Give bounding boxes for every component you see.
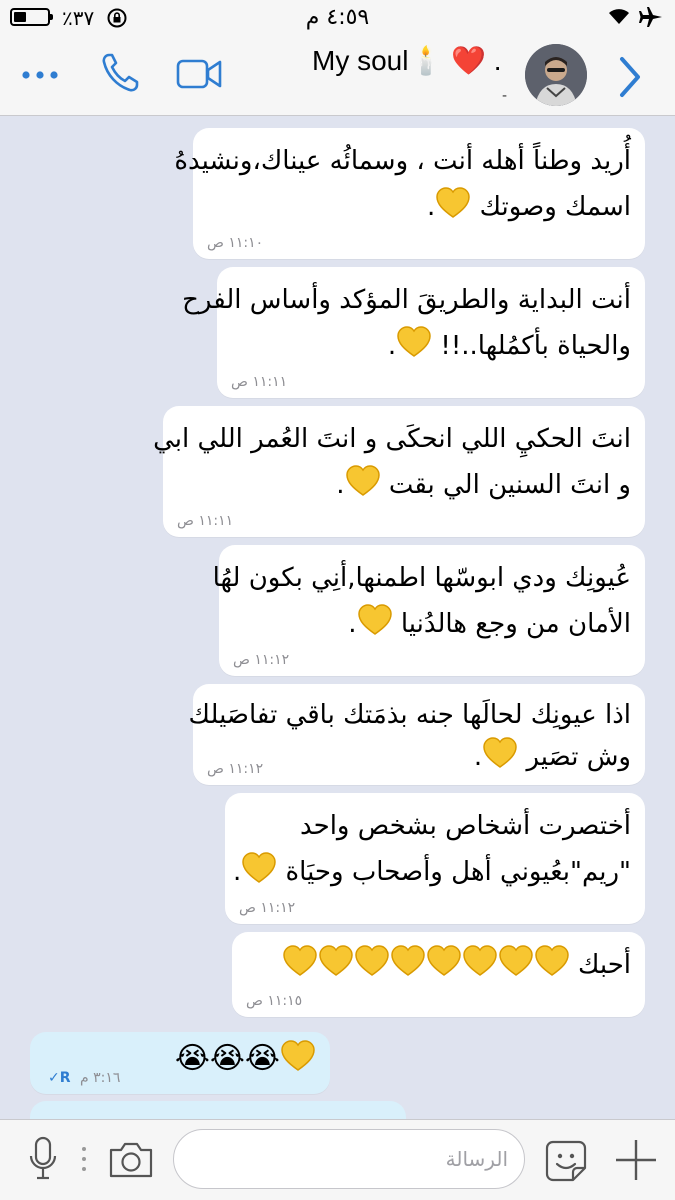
message-bubble[interactable]: أختصرت أشخاص بشخص واحد "ريم"بعُيوني أهل و… (225, 793, 645, 924)
message-line: أنت البداية والطريقَ المؤكد وأساس الفرح (182, 285, 631, 315)
drag-handle-icon (82, 1147, 86, 1171)
yellow-heart-icon (534, 945, 569, 976)
plus-icon[interactable] (614, 1138, 658, 1182)
message-list[interactable]: أُريد وطناً أهله أنت ، وسمائُه عيناك،ونش… (0, 116, 675, 1119)
camera-icon[interactable] (107, 1140, 155, 1180)
message-line: والحياة بأكمُلها..!! . (182, 323, 631, 369)
message-text: انتَ الحكيِ اللي انحكَى و انتَ العُمر ال… (153, 416, 631, 508)
yellow-heart-icon (483, 737, 517, 768)
yellow-heart-icon (354, 945, 389, 976)
message-line-text: والحياة بأكمُلها..!! (440, 331, 631, 361)
message-bubble[interactable]: أُريد وطناً أهله أنت ، وسمائُه عيناك،ونش… (174, 128, 645, 259)
message-text: عُيونِك ودي ابوسّها اطمنها,أنِي بكون لهُ… (213, 555, 631, 647)
message-text: أُريد وطناً أهله أنت ، وسمائُه عيناك،ونش… (174, 138, 631, 230)
message-time: ١١:١٠ ص (207, 235, 264, 251)
yellow-heart-icon (281, 1040, 315, 1071)
message-bubble[interactable]: اذا عيونِك لحالَها جنه بذمَتك باقي تفاصَ… (189, 684, 645, 785)
video-call-icon[interactable] (176, 58, 222, 90)
yellow-heart-icon (242, 852, 277, 883)
message-time: ١١:١٢ ص (233, 652, 290, 668)
yellow-heart-icon (357, 604, 392, 635)
yellow-heart-icon (426, 945, 461, 976)
chat-title[interactable]: My soul🕯️ ❤️ . (312, 44, 502, 77)
phone-call-icon[interactable] (100, 52, 140, 94)
wifi-icon (609, 9, 629, 24)
message-line: أحبك (282, 942, 631, 988)
message-line-text: وش تصَير (526, 742, 631, 772)
message-text: أحبك (282, 942, 631, 988)
chat-name-emoji: 🕯️ ❤️ . (408, 45, 502, 76)
yellow-heart-icon (345, 465, 380, 496)
message-text: 😭😭😭 (175, 1038, 316, 1080)
message-line: و انتَ السنين الي بقت . (153, 462, 631, 508)
message-line: اذا عيونِك لحالَها جنه بذمَتك باقي تفاصَ… (188, 700, 631, 730)
message-line: أختصرت أشخاص بشخص واحد (299, 811, 631, 841)
status-bar: ٪٣٧ ٤:٥٩ م (0, 0, 675, 36)
yellow-heart-icon (390, 945, 425, 976)
message-line-text: "ريم"بعُيوني أهل وأصحاب وحيَاة (285, 857, 631, 887)
chat-subtitle: - (502, 88, 508, 104)
outgoing-message-bubble-partial[interactable] (30, 1101, 406, 1119)
message-text: أنت البداية والطريقَ المؤكد وأساس الفرح و… (182, 277, 631, 369)
message-bubble[interactable]: عُيونِك ودي ابوسّها اطمنها,أنِي بكون لهُ… (213, 545, 645, 676)
message-text: أختصرت أشخاص بشخص واحد "ريم"بعُيوني أهل و… (233, 803, 631, 895)
message-emoji: 😭😭😭 (174, 1041, 280, 1076)
yellow-heart-icon (282, 945, 317, 976)
message-input-bar (0, 1119, 675, 1200)
message-input[interactable] (173, 1129, 525, 1189)
microphone-icon[interactable] (28, 1136, 58, 1182)
message-line: الأمان من وجع هالدُنيا . (213, 601, 631, 647)
message-line-text: و انتَ السنين الي بقت (388, 470, 631, 500)
chat-name: My soul (312, 45, 409, 76)
yellow-heart-icon (436, 187, 471, 218)
message-trail: . (473, 742, 483, 772)
message-line: اسمك وصوتك . (174, 184, 631, 230)
more-icon[interactable] (22, 71, 58, 79)
message-time: ١١:١٥ ص (246, 993, 303, 1009)
message-time: ٣:١٦ م (80, 1070, 121, 1086)
message-time: ١١:١٢ ص (207, 761, 264, 777)
airplane-icon (639, 7, 662, 27)
status-time: ٤:٥٩ م (305, 5, 370, 30)
outgoing-message-bubble[interactable]: 😭😭😭 ✓R ٣:١٦ م (30, 1032, 330, 1094)
message-line: انتَ الحكيِ اللي انحكَى و انتَ العُمر ال… (153, 424, 631, 454)
message-line: عُيونِك ودي ابوسّها اطمنها,أنِي بكون لهُ… (212, 563, 631, 593)
message-trail: . (336, 470, 345, 500)
contact-avatar[interactable] (525, 44, 587, 106)
message-trail: . (387, 331, 397, 361)
message-line-text: أحبك (577, 950, 631, 980)
back-chevron-icon[interactable] (618, 56, 642, 98)
message-bubble[interactable]: انتَ الحكيِ اللي انحكَى و انتَ العُمر ال… (153, 406, 645, 537)
message-line-text: الأمان من وجع هالدُنيا (400, 609, 631, 639)
message-time: ١١:١٢ ص (239, 900, 296, 916)
yellow-heart-icon (462, 945, 497, 976)
read-receipt-icon: ✓R (48, 1070, 71, 1086)
message-trail: . (348, 609, 357, 639)
yellow-heart-icon (498, 945, 533, 976)
message-line: أُريد وطناً أهله أنت ، وسمائُه عيناك،ونش… (174, 146, 631, 176)
yellow-heart-icon (318, 945, 353, 976)
message-bubble[interactable]: أحبك ١١:١٥ ص (232, 932, 645, 1017)
message-line: "ريم"بعُيوني أهل وأصحاب وحيَاة . (233, 849, 631, 895)
message-line-text: اسمك وصوتك (479, 192, 631, 222)
message-time: ١١:١١ ص (231, 374, 288, 390)
chat-header: My soul🕯️ ❤️ . - (0, 36, 675, 116)
yellow-heart-icon (397, 326, 431, 357)
message-bubble[interactable]: أنت البداية والطريقَ المؤكد وأساس الفرح و… (182, 267, 645, 398)
sticker-icon[interactable] (543, 1138, 589, 1184)
message-time: ١١:١١ ص (177, 513, 234, 529)
